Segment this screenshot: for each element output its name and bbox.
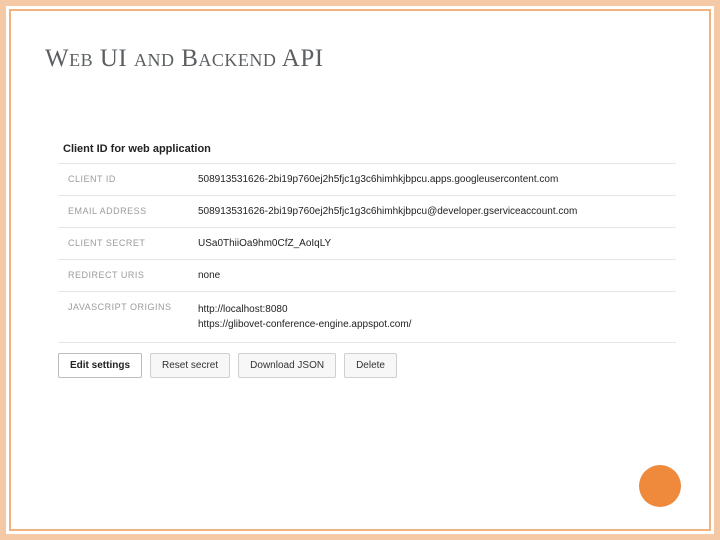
- button-row: Edit settings Reset secret Download JSON…: [58, 353, 675, 378]
- row-label: CLIENT ID: [58, 164, 188, 196]
- slide-title: Web UI and Backend API: [45, 45, 675, 73]
- row-value: none: [188, 260, 676, 292]
- row-value: 508913531626-2bi19p760ej2h5fjc1g3c6himhk…: [188, 164, 676, 196]
- row-value: 508913531626-2bi19p760ej2h5fjc1g3c6himhk…: [188, 196, 676, 228]
- table-row: CLIENT SECRET USa0ThiiOa9hm0CfZ_AoIqLY: [58, 228, 676, 260]
- delete-button[interactable]: Delete: [344, 353, 397, 378]
- panel-heading: Client ID for web application: [63, 143, 675, 155]
- row-label: CLIENT SECRET: [58, 228, 188, 260]
- reset-secret-button[interactable]: Reset secret: [150, 353, 230, 378]
- table-row: REDIRECT URIS none: [58, 260, 676, 292]
- slide-outer-frame: Web UI and Backend API Client ID for web…: [0, 0, 720, 540]
- row-label: JAVASCRIPT ORIGINS: [58, 292, 188, 343]
- table-row: EMAIL ADDRESS 508913531626-2bi19p760ej2h…: [58, 196, 676, 228]
- row-label: EMAIL ADDRESS: [58, 196, 188, 228]
- edit-settings-button[interactable]: Edit settings: [58, 353, 142, 378]
- row-value: http://localhost:8080https://glibovet-co…: [188, 292, 676, 343]
- slide-inner-frame: Web UI and Backend API Client ID for web…: [9, 9, 711, 531]
- table-row: JAVASCRIPT ORIGINS http://localhost:8080…: [58, 292, 676, 343]
- table-row: CLIENT ID 508913531626-2bi19p760ej2h5fjc…: [58, 164, 676, 196]
- download-json-button[interactable]: Download JSON: [238, 353, 336, 378]
- credentials-table: CLIENT ID 508913531626-2bi19p760ej2h5fjc…: [58, 163, 676, 343]
- row-value: USa0ThiiOa9hm0CfZ_AoIqLY: [188, 228, 676, 260]
- decorative-circle-icon: [639, 465, 681, 507]
- row-label: REDIRECT URIS: [58, 260, 188, 292]
